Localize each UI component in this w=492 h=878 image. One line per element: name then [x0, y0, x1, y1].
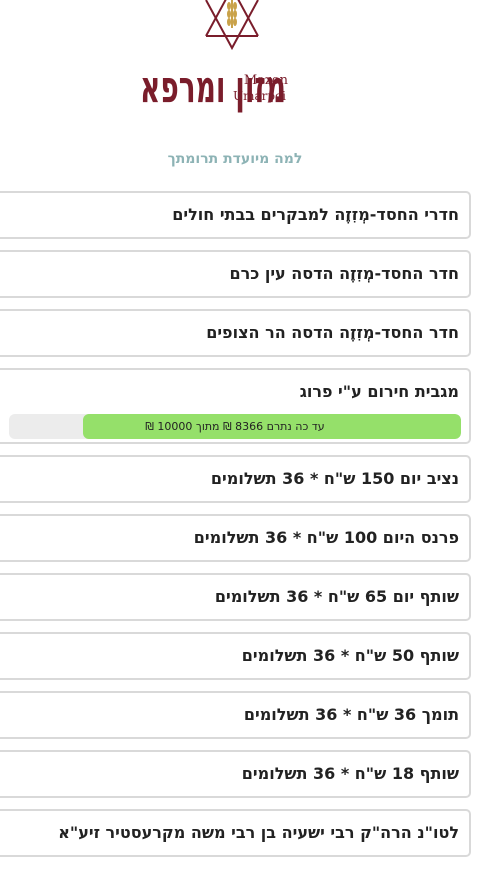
- option-label: חדר החסד-מְזִזֶה הדסה עין כרם: [229, 264, 459, 283]
- option-label: פרנס היום 100 ש"ח * 36 תשלומים: [193, 528, 459, 547]
- mazon-umarpei-logo: מזון ומרפא Mazon Umarpei: [140, 0, 340, 115]
- campaign-progress-bar: עד כה נתרם 8366 ₪ מתוך 10000 ₪: [9, 414, 461, 439]
- option-emergency-campaign[interactable]: מגבית חירום ע"י פרוג עד כה נתרם 8366 ₪ מת…: [0, 368, 471, 444]
- option-label: שותף 50 ש"ח * 36 תשלומים: [241, 646, 459, 665]
- option-label: נציב יום 150 ש"ח * 36 תשלומים: [210, 469, 459, 488]
- option-day-provider-100[interactable]: פרנס היום 100 ש"ח * 36 תשלומים: [0, 514, 471, 562]
- option-supporter-36[interactable]: תומך 36 ש"ח * 36 תשלומים: [0, 691, 471, 739]
- logo-latin-line-2: Umarpei: [233, 89, 286, 103]
- logo-latin-line-1: Mazon: [244, 73, 289, 88]
- option-label: שותף 18 ש"ח * 36 תשלומים: [241, 764, 459, 783]
- donation-purpose-heading: למה מיועדת תרומתך: [167, 151, 303, 167]
- option-ein-kerem-room[interactable]: חדר החסד-מְזִזֶה הדסה עין כרם: [0, 250, 471, 298]
- option-label: תומך 36 ש"ח * 36 תשלומים: [243, 705, 459, 724]
- option-label: מגבית חירום ע"י פרוג: [299, 382, 459, 401]
- option-label: שותף יום 65 ש"ח * 36 תשלומים: [214, 587, 459, 606]
- option-har-hatzofim-room[interactable]: חדר החסד-מְזִזֶה הדסה הר הצופים: [0, 309, 471, 357]
- option-label: חדר החסד-מְזִזֶה הדסה הר הצופים: [206, 323, 459, 342]
- option-day-partner-65[interactable]: שותף יום 65 ש"ח * 36 תשלומים: [0, 573, 471, 621]
- option-partner-50[interactable]: שותף 50 ש"ח * 36 תשלומים: [0, 632, 471, 680]
- option-label: חדרי החסד-מְזִזֶה למבקרים בבתי חולים: [172, 205, 459, 224]
- option-label: לטו"נ הרה"ק רבי ישעיה בן רבי משה מקרעסטי…: [58, 823, 459, 842]
- campaign-progress-text: עד כה נתרם 8366 ₪ מתוך 10000 ₪: [145, 420, 325, 433]
- option-memorial-dedication[interactable]: לטו"נ הרה"ק רבי ישעיה בן רבי משה מקרעסטי…: [0, 809, 471, 857]
- logo-graphic: מזון ומרפא Mazon Umarpei: [140, 0, 289, 113]
- option-hospital-visitors-rooms[interactable]: חדרי החסד-מְזִזֶה למבקרים בבתי חולים: [0, 191, 471, 239]
- option-partner-18[interactable]: שותף 18 ש"ח * 36 תשלומים: [0, 750, 471, 798]
- donation-options-page: מזון ומרפא Mazon Umarpei למה מיועדת תרומ…: [0, 0, 492, 878]
- option-day-sponsor-150[interactable]: נציב יום 150 ש"ח * 36 תשלומים: [0, 455, 471, 503]
- wheat-icon: [227, 0, 237, 28]
